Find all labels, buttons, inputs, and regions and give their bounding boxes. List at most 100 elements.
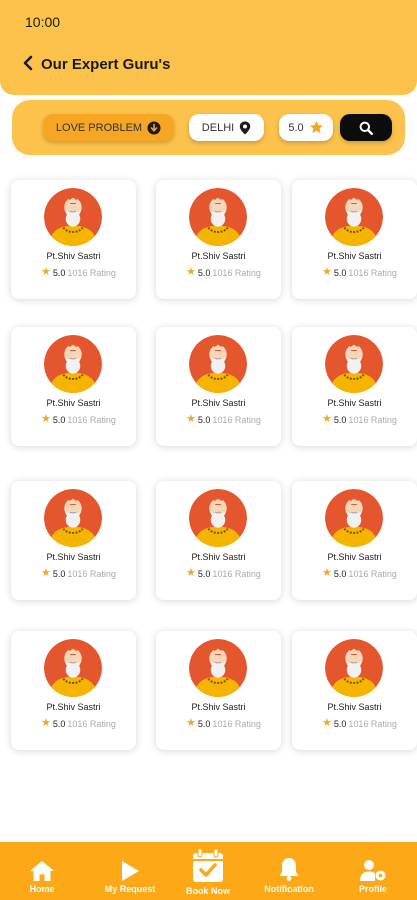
rating-score: 5.0 <box>333 267 347 278</box>
star-icon: ★ <box>186 717 196 729</box>
guru-rating: ★ 5.0 1016 Rating <box>186 414 261 425</box>
rating-score: 5.0 <box>333 718 347 729</box>
nav-book-now[interactable]: Book Now <box>180 842 236 900</box>
guru-avatar <box>325 335 383 393</box>
rating-score: 5.0 <box>52 718 66 729</box>
star-icon: ★ <box>186 567 196 579</box>
guru-name: Pt.Shiv Sastri <box>46 552 101 562</box>
guru-avatar <box>325 188 383 246</box>
guru-name: Pt.Shiv Sastri <box>46 398 101 408</box>
guru-card[interactable]: Pt.Shiv Sastri ★ 5.0 1016 Rating <box>292 481 417 600</box>
location-filter-button[interactable]: DELHI <box>189 114 264 141</box>
calendar-check-icon <box>193 848 223 882</box>
guru-rating: ★ 5.0 1016 Rating <box>186 267 261 278</box>
search-button[interactable] <box>340 114 392 141</box>
rating-count: 1016 Rating <box>348 568 397 579</box>
star-icon: ★ <box>322 567 332 579</box>
guru-avatar <box>325 639 383 697</box>
guru-card[interactable]: Pt.Shiv Sastri ★ 5.0 1016 Rating <box>156 180 281 299</box>
rating-count: 1016 Rating <box>67 267 116 278</box>
rating-score: 5.0 <box>333 414 347 425</box>
rating-count: 1016 Rating <box>348 267 397 278</box>
guru-card[interactable]: Pt.Shiv Sastri ★ 5.0 1016 Rating <box>292 631 417 750</box>
guru-name: Pt.Shiv Sastri <box>191 702 246 712</box>
guru-card[interactable]: Pt.Shiv Sastri ★ 5.0 1016 Rating <box>11 327 136 446</box>
nav-notification-label: Notification <box>264 884 314 894</box>
star-icon: ★ <box>322 266 332 278</box>
rating-count: 1016 Rating <box>348 718 397 729</box>
guru-rating: ★ 5.0 1016 Rating <box>322 267 397 278</box>
guru-card[interactable]: Pt.Shiv Sastri ★ 5.0 1016 Rating <box>156 327 281 446</box>
rating-count: 1016 Rating <box>212 267 261 278</box>
guru-avatar <box>189 335 247 393</box>
nav-my-request-label: My Request <box>104 884 156 894</box>
page-title: Our Expert Guru's <box>41 56 171 73</box>
guru-avatar <box>44 335 102 393</box>
rating-count: 1016 Rating <box>67 568 116 579</box>
guru-avatar <box>44 188 102 246</box>
guru-avatar <box>44 639 102 697</box>
rating-filter-button[interactable]: 5.0 <box>279 114 333 141</box>
star-icon: ★ <box>41 266 51 278</box>
guru-rating: ★ 5.0 1016 Rating <box>322 718 397 729</box>
rating-count: 1016 Rating <box>67 718 116 729</box>
rating-count: 1016 Rating <box>212 718 261 729</box>
guru-rating: ★ 5.0 1016 Rating <box>41 267 116 278</box>
profile-gear-icon <box>360 860 386 881</box>
guru-avatar <box>189 489 247 547</box>
star-icon: ★ <box>41 717 51 729</box>
guru-card[interactable]: Pt.Shiv Sastri ★ 5.0 1016 Rating <box>156 481 281 600</box>
star-icon: ★ <box>186 413 196 425</box>
rating-count: 1016 Rating <box>212 568 261 579</box>
status-time: 10:00 <box>25 14 61 30</box>
guru-name: Pt.Shiv Sastri <box>46 251 101 261</box>
guru-card[interactable]: Pt.Shiv Sastri ★ 5.0 1016 Rating <box>11 481 136 600</box>
guru-name: Pt.Shiv Sastri <box>191 251 246 261</box>
play-icon <box>122 861 139 881</box>
nav-book-now-label: Book Now <box>186 886 230 896</box>
guru-card[interactable]: Pt.Shiv Sastri ★ 5.0 1016 Rating <box>11 180 136 299</box>
guru-rating: ★ 5.0 1016 Rating <box>186 568 261 579</box>
star-icon <box>309 120 323 134</box>
category-filter-label: LOVE PROBLEM <box>55 121 143 134</box>
guru-name: Pt.Shiv Sastri <box>327 702 382 712</box>
search-icon <box>359 121 373 135</box>
guru-rating: ★ 5.0 1016 Rating <box>41 568 116 579</box>
rating-score: 5.0 <box>333 568 347 579</box>
dropdown-circle-icon <box>147 121 161 134</box>
guru-name: Pt.Shiv Sastri <box>327 398 382 408</box>
rating-score: 5.0 <box>197 718 211 729</box>
rating-score: 5.0 <box>52 267 66 278</box>
filter-bar: LOVE PROBLEM DELHI 5.0 <box>12 100 405 155</box>
nav-notification[interactable]: Notification <box>258 842 320 900</box>
nav-profile[interactable]: Profile <box>355 842 391 900</box>
rating-filter-label: 5.0 <box>288 121 304 134</box>
bell-icon <box>279 858 299 881</box>
guru-card[interactable]: Pt.Shiv Sastri ★ 5.0 1016 Rating <box>156 631 281 750</box>
guru-rating: ★ 5.0 1016 Rating <box>41 414 116 425</box>
guru-name: Pt.Shiv Sastri <box>327 552 382 562</box>
nav-home[interactable]: Home <box>22 842 62 900</box>
app-header: 10:00 Our Expert Guru's <box>0 0 417 95</box>
star-icon: ★ <box>186 266 196 278</box>
guru-card[interactable]: Pt.Shiv Sastri ★ 5.0 1016 Rating <box>292 327 417 446</box>
back-arrow-icon[interactable] <box>20 55 36 71</box>
rating-score: 5.0 <box>197 414 211 425</box>
guru-name: Pt.Shiv Sastri <box>191 398 246 408</box>
guru-rating: ★ 5.0 1016 Rating <box>41 718 116 729</box>
nav-home-label: Home <box>29 884 55 894</box>
location-filter-label: DELHI <box>201 121 235 134</box>
guru-name: Pt.Shiv Sastri <box>327 251 382 261</box>
home-icon <box>30 861 54 881</box>
guru-card[interactable]: Pt.Shiv Sastri ★ 5.0 1016 Rating <box>292 180 417 299</box>
rating-score: 5.0 <box>52 414 66 425</box>
nav-profile-label: Profile <box>358 884 387 894</box>
rating-count: 1016 Rating <box>67 414 116 425</box>
category-filter-button[interactable]: LOVE PROBLEM <box>43 114 174 141</box>
guru-card[interactable]: Pt.Shiv Sastri ★ 5.0 1016 Rating <box>11 631 136 750</box>
guru-avatar <box>325 489 383 547</box>
nav-my-request[interactable]: My Request <box>99 842 161 900</box>
guru-name: Pt.Shiv Sastri <box>46 702 101 712</box>
rating-score: 5.0 <box>197 267 211 278</box>
star-icon: ★ <box>41 413 51 425</box>
